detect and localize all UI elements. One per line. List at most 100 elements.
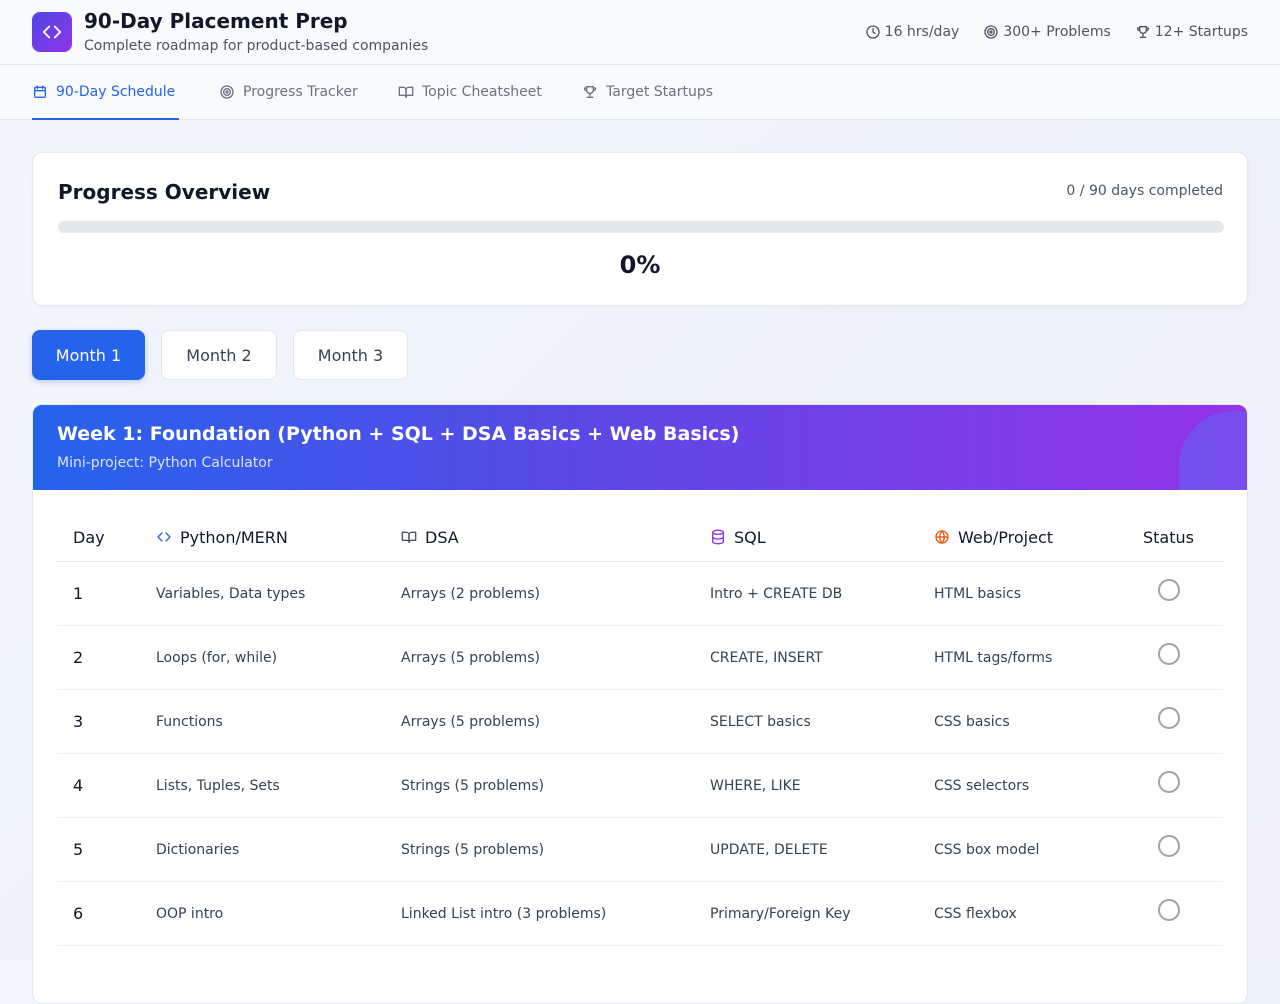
cell-dsa: Strings (5 problems) bbox=[401, 841, 545, 858]
tab-topic-cheatsheet-label: Topic Cheatsheet bbox=[422, 84, 542, 100]
tab-topic-cheatsheet[interactable]: Topic Cheatsheet bbox=[398, 65, 542, 119]
table-row: 5 Dictionaries Strings (5 problems) UPDA… bbox=[57, 818, 1223, 882]
cell-python: Functions bbox=[156, 713, 223, 730]
decorative-shape bbox=[1179, 411, 1247, 490]
cell-dsa: Arrays (5 problems) bbox=[401, 713, 540, 730]
cell-python: Lists, Tuples, Sets bbox=[156, 777, 280, 794]
tab-target-startups[interactable]: Target Startups bbox=[582, 65, 713, 119]
column-sql-label: SQL bbox=[734, 527, 766, 547]
trophy-icon bbox=[583, 86, 597, 98]
week-header: Week 1: Foundation (Python + SQL + DSA B… bbox=[33, 405, 1247, 490]
cell-sql: SELECT basics bbox=[710, 713, 811, 730]
calendar-icon bbox=[34, 85, 46, 98]
status-checkbox[interactable] bbox=[1158, 579, 1180, 601]
cell-dsa: Linked List intro (3 problems) bbox=[401, 905, 607, 922]
cell-day: 1 bbox=[73, 584, 84, 603]
cell-python: Loops (for, while) bbox=[156, 649, 278, 666]
stat-hours-label: 16 hrs/day bbox=[884, 24, 960, 40]
column-day: Day bbox=[73, 513, 105, 561]
cell-sql: UPDATE, DELETE bbox=[710, 841, 828, 858]
app-subtitle: Complete roadmap for product-based compa… bbox=[84, 38, 429, 54]
cell-web: CSS flexbox bbox=[934, 905, 1017, 922]
week-mini-project: Mini-project: Python Calculator bbox=[57, 455, 273, 471]
cell-day: 3 bbox=[73, 712, 84, 731]
column-python: Python/MERN bbox=[156, 513, 288, 561]
table-row: 2 Loops (for, while) Arrays (5 problems)… bbox=[57, 626, 1223, 690]
table-row: 4 Lists, Tuples, Sets Strings (5 problem… bbox=[57, 754, 1223, 818]
status-checkbox[interactable] bbox=[1158, 835, 1180, 857]
cell-sql: Primary/Foreign Key bbox=[710, 905, 851, 922]
progress-bar bbox=[58, 221, 1224, 233]
cell-day: 2 bbox=[73, 648, 84, 667]
stat-startups-label: 12+ Startups bbox=[1154, 24, 1248, 40]
cell-python: Variables, Data types bbox=[156, 585, 306, 602]
app-logo bbox=[32, 12, 72, 52]
tab-schedule[interactable]: 90-Day Schedule bbox=[32, 65, 180, 120]
status-checkbox[interactable] bbox=[1158, 643, 1180, 665]
status-checkbox[interactable] bbox=[1158, 707, 1180, 729]
trophy-icon bbox=[1136, 26, 1149, 38]
main-tabs: 90-Day Schedule Progress Tracker Topic C… bbox=[0, 65, 1280, 120]
cell-web: CSS box model bbox=[934, 841, 1040, 858]
code-icon bbox=[42, 25, 62, 39]
cell-day: 6 bbox=[73, 904, 84, 923]
cell-web: HTML tags/forms bbox=[934, 649, 1053, 666]
cell-day: 5 bbox=[73, 840, 84, 859]
column-status-label: Status bbox=[1143, 527, 1194, 547]
cell-python: Dictionaries bbox=[156, 841, 240, 858]
cell-sql: CREATE, INSERT bbox=[710, 649, 823, 666]
cell-web: HTML basics bbox=[934, 585, 1022, 602]
globe-icon bbox=[935, 529, 949, 545]
cell-dsa: Strings (5 problems) bbox=[401, 777, 545, 794]
column-dsa: DSA bbox=[401, 513, 459, 561]
app-header: 90-Day Placement Prep Complete roadmap f… bbox=[0, 0, 1280, 65]
progress-count: 0 / 90 days completed bbox=[1066, 183, 1223, 199]
cell-python: OOP intro bbox=[156, 905, 224, 922]
cell-dsa: Arrays (2 problems) bbox=[401, 585, 540, 602]
stat-problems: 300+ Problems bbox=[983, 24, 1111, 40]
target-icon bbox=[984, 25, 998, 39]
table-header: Day Python/MERN DSA SQL Web/Project Stat… bbox=[57, 513, 1223, 562]
month-3-button[interactable]: Month 3 bbox=[293, 330, 408, 380]
column-sql: SQL bbox=[710, 513, 766, 561]
column-python-label: Python/MERN bbox=[180, 527, 288, 547]
column-web-label: Web/Project bbox=[958, 527, 1054, 547]
week-card: Week 1: Foundation (Python + SQL + DSA B… bbox=[32, 404, 1248, 1004]
database-icon bbox=[712, 529, 724, 545]
status-checkbox[interactable] bbox=[1158, 899, 1180, 921]
progress-overview-card: Progress Overview 0 / 90 days completed … bbox=[32, 152, 1248, 306]
tab-progress-tracker[interactable]: Progress Tracker bbox=[219, 65, 358, 119]
stat-problems-label: 300+ Problems bbox=[1003, 24, 1111, 40]
clock-icon bbox=[865, 25, 880, 39]
table-row: 6 OOP intro Linked List intro (3 problem… bbox=[57, 882, 1223, 946]
stat-hours: 16 hrs/day bbox=[865, 24, 960, 40]
header-stats: 16 hrs/day 300+ Problems 12+ Startups bbox=[865, 22, 1248, 42]
cell-dsa: Arrays (5 problems) bbox=[401, 649, 540, 666]
tab-progress-tracker-label: Progress Tracker bbox=[243, 84, 358, 100]
code-icon bbox=[157, 532, 171, 542]
tab-schedule-label: 90-Day Schedule bbox=[56, 84, 176, 100]
cell-web: CSS basics bbox=[934, 713, 1010, 730]
stat-startups: 12+ Startups bbox=[1135, 24, 1248, 40]
target-icon bbox=[220, 85, 234, 99]
status-checkbox[interactable] bbox=[1158, 771, 1180, 793]
progress-title: Progress Overview bbox=[58, 180, 271, 204]
table-row: 3 Functions Arrays (5 problems) SELECT b… bbox=[57, 690, 1223, 754]
app-title: 90-Day Placement Prep bbox=[84, 9, 348, 33]
table-row: 1 Variables, Data types Arrays (2 proble… bbox=[57, 562, 1223, 626]
column-status: Status bbox=[1143, 513, 1194, 561]
cell-day: 4 bbox=[73, 776, 84, 795]
column-web: Web/Project bbox=[934, 513, 1053, 561]
week-title: Week 1: Foundation (Python + SQL + DSA B… bbox=[57, 423, 740, 445]
month-1-button[interactable]: Month 1 bbox=[32, 330, 145, 380]
progress-percent: 0% bbox=[619, 251, 661, 279]
cell-sql: WHERE, LIKE bbox=[710, 777, 801, 794]
book-icon bbox=[398, 86, 414, 98]
cell-sql: Intro + CREATE DB bbox=[710, 585, 843, 602]
column-dsa-label: DSA bbox=[425, 527, 459, 547]
column-day-label: Day bbox=[73, 527, 105, 547]
cell-web: CSS selectors bbox=[934, 777, 1030, 794]
month-2-button[interactable]: Month 2 bbox=[161, 330, 277, 380]
tab-target-startups-label: Target Startups bbox=[606, 84, 714, 100]
book-icon bbox=[401, 531, 417, 543]
